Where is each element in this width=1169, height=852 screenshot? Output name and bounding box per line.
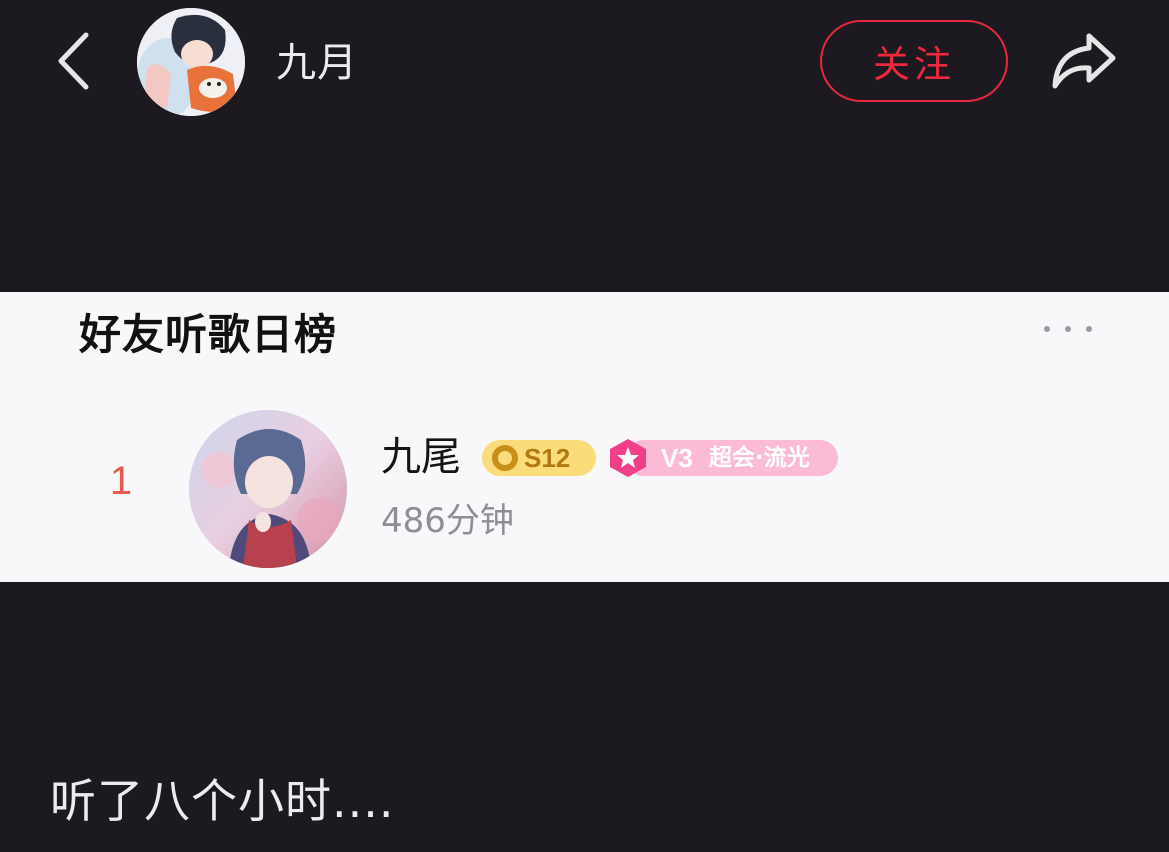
chart-entry[interactable]: 1 九尾 S12 V3 超会·流光 486分钟 — [0, 402, 1169, 572]
friend-name[interactable]: 九尾 — [381, 430, 461, 484]
level-text: S12 — [524, 442, 571, 473]
listening-level-badge: S12 — [482, 440, 596, 476]
more-options-button[interactable] — [1038, 314, 1098, 344]
post-caption: 听了八个小时.... — [50, 774, 395, 828]
author-avatar[interactable] — [137, 8, 245, 116]
vip-level: V3 — [661, 443, 693, 473]
more-dot — [1065, 326, 1071, 332]
listen-duration: 486分钟 — [381, 501, 514, 541]
rank-number: 1 — [109, 459, 133, 503]
more-dot — [1086, 326, 1092, 332]
author-name[interactable]: 九月 — [276, 36, 358, 90]
more-dots-icon — [1044, 326, 1050, 332]
vip-badge: V3 超会·流光 — [607, 438, 838, 478]
friend-daily-chart-card[interactable]: 好友听歌日榜 1 九尾 S12 V3 超会·流光 486分钟 — [0, 292, 1169, 582]
share-button[interactable] — [1046, 26, 1120, 96]
level-ring-icon — [492, 445, 518, 471]
share-arrow-icon — [1052, 33, 1116, 89]
post-page: 九月 关注 好友听歌日榜 1 九尾 S12 V3 超会·流光 486分钟 听了八… — [0, 0, 1169, 852]
vip-tier: 超会·流光 — [709, 445, 810, 471]
follow-button[interactable]: 关注 — [820, 20, 1008, 102]
vip-star-icon — [610, 439, 646, 477]
chevron-left-icon — [58, 32, 89, 90]
friend-avatar[interactable] — [189, 410, 347, 568]
card-title: 好友听歌日榜 — [79, 310, 338, 359]
back-button[interactable] — [48, 28, 98, 94]
avatar-image — [137, 8, 245, 116]
avatar-image — [189, 410, 347, 568]
